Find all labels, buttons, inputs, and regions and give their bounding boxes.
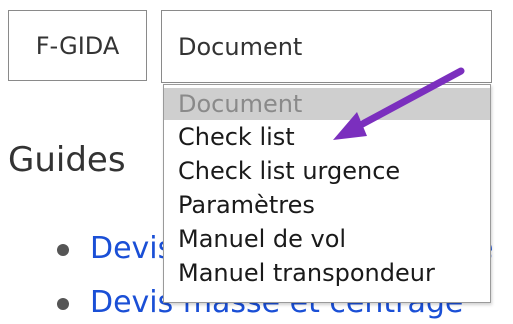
bullet-icon xyxy=(57,244,69,256)
dropdown-option-parametres[interactable]: Paramètres xyxy=(164,188,490,222)
page: F-GIDA Document Guides Devis de poids et… xyxy=(0,0,513,324)
bullet-icon xyxy=(57,298,69,310)
aircraft-code-label: F-GIDA xyxy=(35,31,120,60)
dropdown-option-check-list[interactable]: Check list xyxy=(164,120,490,154)
dropdown-option-manuel-de-vol[interactable]: Manuel de vol xyxy=(164,222,490,256)
document-select-value: Document xyxy=(178,32,303,61)
dropdown-option-document: Document xyxy=(164,88,490,120)
document-dropdown-menu[interactable]: Document Check list Check list urgence P… xyxy=(163,84,491,303)
document-select[interactable]: Document xyxy=(161,10,492,83)
dropdown-option-check-list-urgence[interactable]: Check list urgence xyxy=(164,154,490,188)
section-heading: Guides xyxy=(8,140,126,180)
dropdown-option-manuel-transpondeur[interactable]: Manuel transpondeur xyxy=(164,256,490,290)
aircraft-code-box[interactable]: F-GIDA xyxy=(8,10,147,81)
